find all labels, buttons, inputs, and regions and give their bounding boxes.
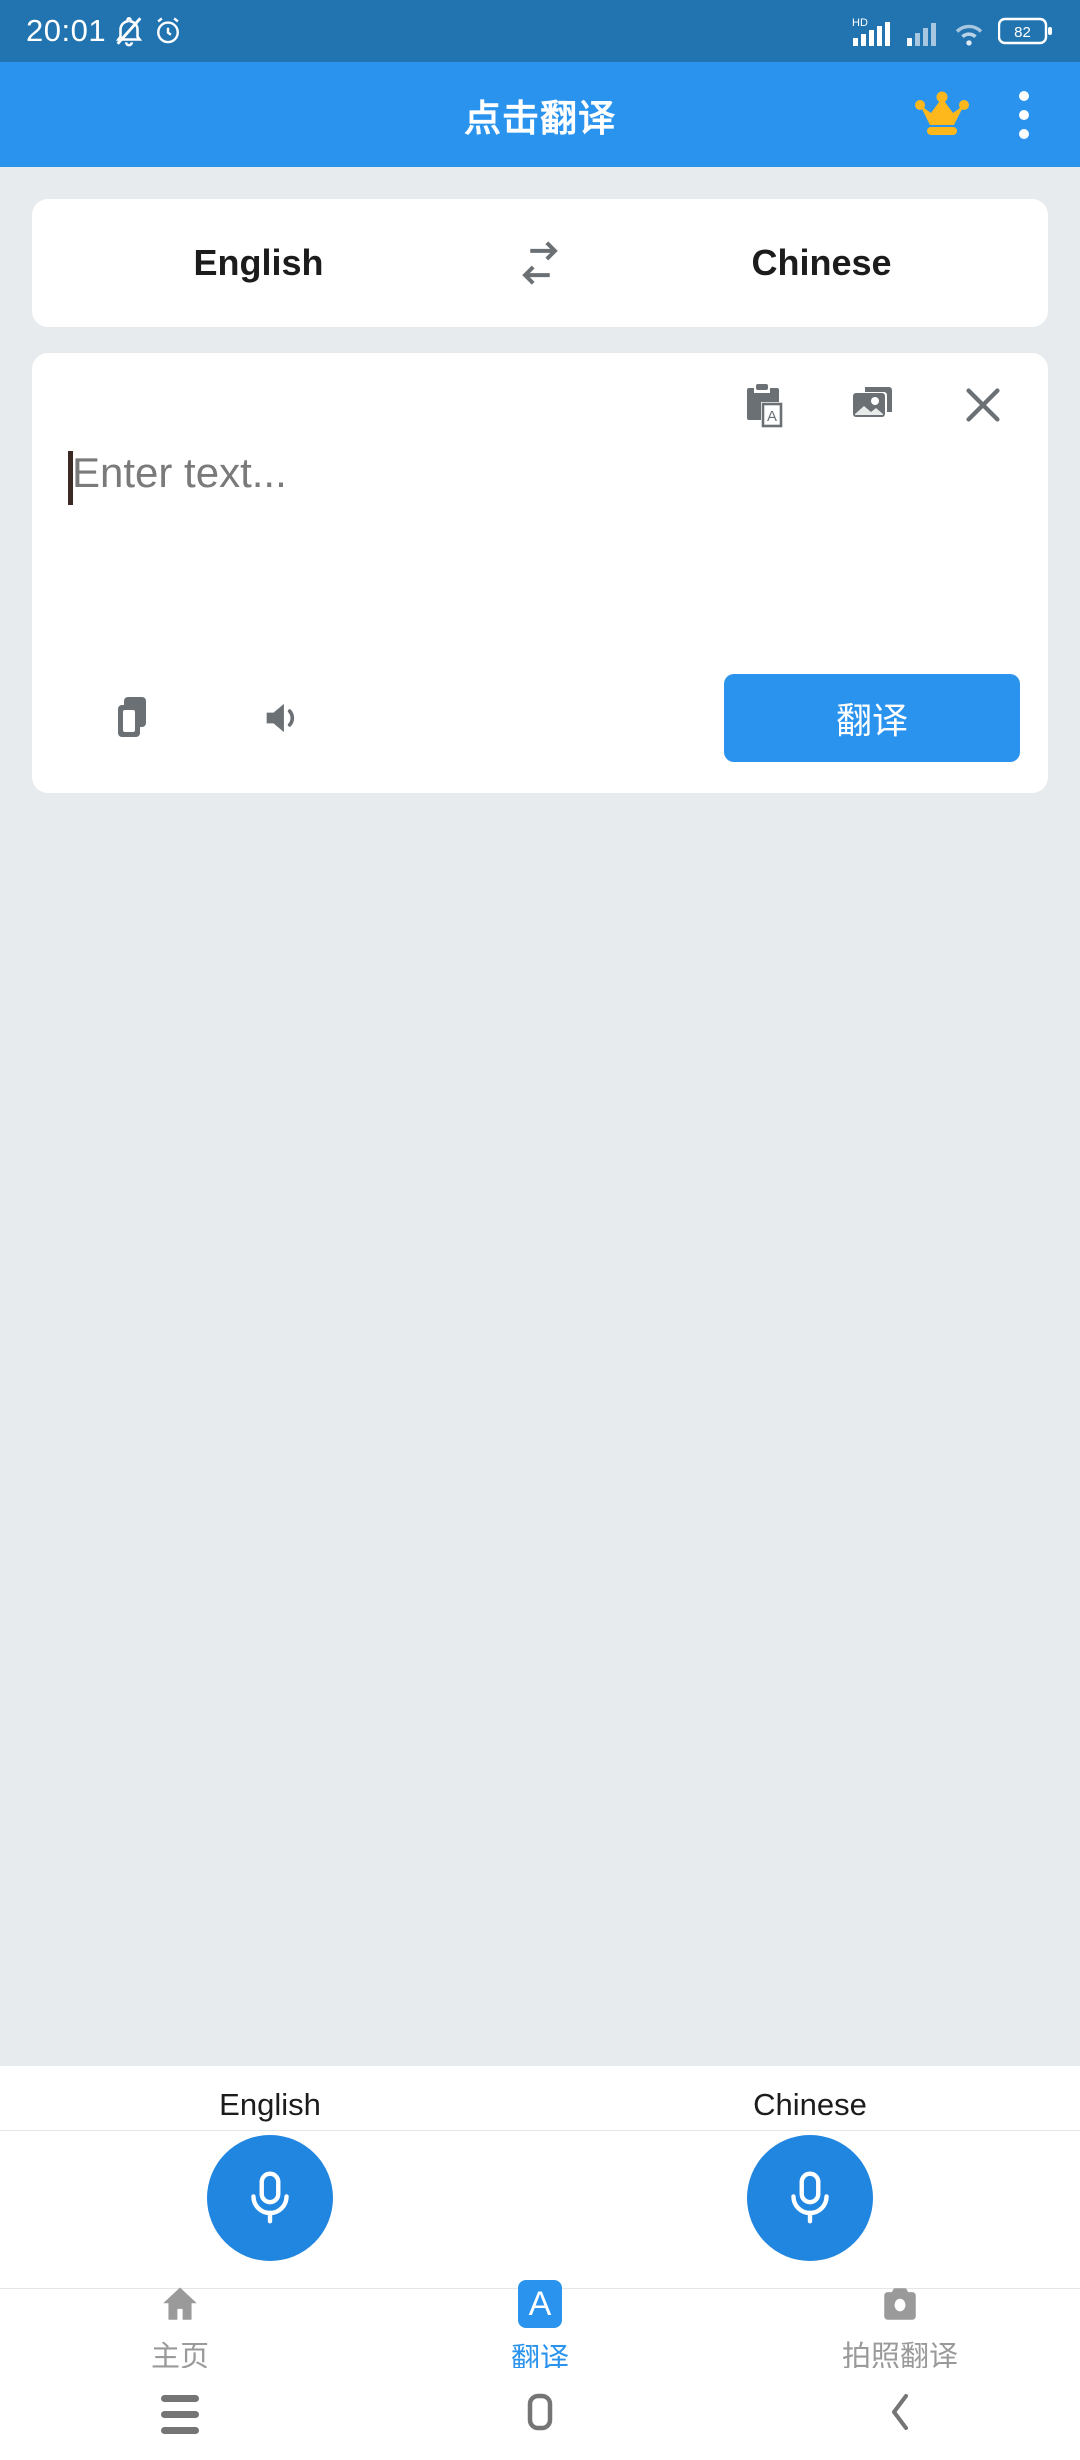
voice-input-source: English [0,2087,540,2288]
chevron-left-icon [880,2388,920,2441]
mic-label-source: English [219,2087,321,2122]
translation-input-card: A Enter text... 翻译 [32,353,1048,793]
mic-panel-background [0,2066,1080,2130]
source-language-button[interactable]: English [32,242,485,284]
camera-icon [878,2283,922,2325]
rounded-square-icon [520,2389,560,2440]
battery-percent-text: 82 [1014,24,1031,41]
app-bar-actions [910,79,1080,151]
nav-item-home[interactable]: 主页 [0,2287,360,2373]
translate-button[interactable]: 翻译 [724,674,1020,762]
menu-dot [1019,90,1029,101]
voice-input-target: Chinese [540,2087,1080,2288]
input-card-footer: 翻译 [60,663,1020,773]
status-bar-right: HD 82 [852,14,1054,48]
translate-a-badge: A [518,2279,562,2328]
svg-text:A: A [767,408,777,425]
close-icon[interactable] [954,376,1012,434]
nav-item-translate[interactable]: A 翻译 [360,2279,720,2375]
target-language-button[interactable]: Chinese [595,242,1048,284]
menu-dot [1019,128,1029,139]
microphone-icon-source[interactable] [207,2135,333,2261]
battery-icon: 82 [998,15,1054,47]
status-clock: 20:01 [26,13,107,48]
status-bar: 20:01 HD 82 [0,0,1080,62]
hd-signal-icon: HD [852,14,896,48]
text-input-area[interactable]: Enter text... [60,437,1020,663]
menu-dot [1019,109,1029,120]
language-selector: English Chinese [32,199,1048,327]
copy-icon[interactable] [86,695,182,741]
overflow-menu-icon[interactable] [998,79,1050,151]
swap-languages-icon[interactable] [485,237,595,289]
paste-icon[interactable]: A [734,376,792,434]
back-button[interactable] [720,2388,1080,2441]
status-bar-left: 20:01 [26,13,184,49]
voice-input-panel: English Chinese [0,2087,1080,2288]
mic-label-target: Chinese [753,2087,867,2122]
wifi-icon [950,14,988,48]
nav-item-photo-translate[interactable]: 拍照翻译 [720,2287,1080,2373]
bottom-navigation: 主页 A 翻译 拍照翻译 [0,2279,1080,2375]
signal-bars-icon [906,14,940,48]
microphone-icon-target[interactable] [747,2135,873,2261]
page-content: English Chinese A Enter text... 翻译 [0,167,1080,2130]
app-bar: 点击翻译 [0,62,1080,167]
bell-muted-icon [112,14,146,48]
text-input-placeholder: Enter text... [72,449,287,496]
translate-a-icon: A [518,2279,562,2328]
speaker-icon[interactable] [234,695,330,741]
recents-button[interactable] [0,2394,360,2434]
gallery-icon[interactable] [844,376,902,434]
home-button[interactable] [360,2389,720,2440]
alarm-clock-icon [152,15,184,47]
crown-icon[interactable] [910,83,974,147]
home-icon [158,2283,202,2325]
svg-text:HD: HD [852,17,868,29]
android-navigation-bar [0,2368,1080,2460]
input-card-toolbar: A [60,373,1020,437]
hamburger-icon [161,2394,199,2434]
